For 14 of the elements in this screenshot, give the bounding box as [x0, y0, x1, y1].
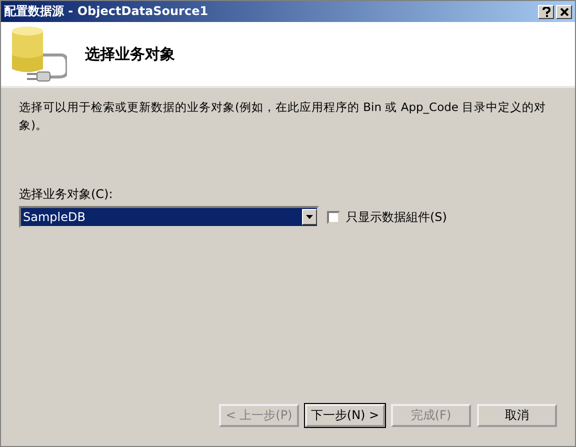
close-icon: [560, 8, 568, 16]
field-label: 选择业务对象(C):: [19, 186, 114, 203]
checkbox[interactable]: [327, 210, 340, 224]
wizard-button[interactable]: 取消: [477, 404, 557, 427]
description-text: 选择可以用于检索或更新数据的业务对象(例如，在此应用程序的 Bin 或 App_Code 目录中定义的对象)。: [19, 99, 548, 134]
help-icon: [542, 6, 550, 16]
close-button[interactable]: [556, 4, 572, 18]
wizard-button[interactable]: 下一步(N) >: [305, 404, 385, 427]
checkbox-label: 只显示数据組件(S): [346, 208, 447, 226]
database-plug-icon: [9, 25, 67, 83]
business-object-dropdown[interactable]: SampleDB: [19, 206, 319, 228]
help-button[interactable]: [538, 4, 554, 18]
page-heading: 选择业务对象: [85, 44, 175, 64]
window-title: 配置数据源 - ObjectDataSource1: [4, 3, 208, 20]
